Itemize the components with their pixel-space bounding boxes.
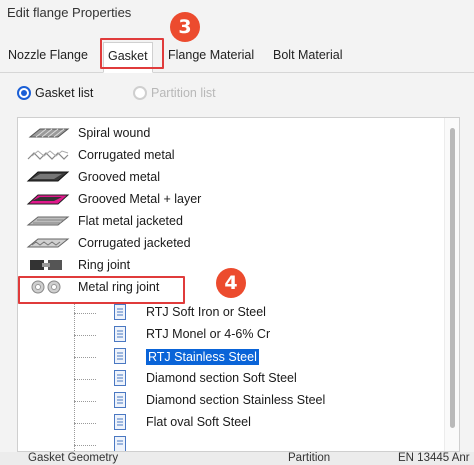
tree-child-diamond-soft-steel[interactable]: Diamond section Soft Steel (18, 368, 443, 390)
tree-item-label: Diamond section Soft Steel (146, 371, 297, 385)
tree-item-corrugated-metal[interactable]: Corrugated metal (18, 144, 443, 166)
tab-partition[interactable]: Partition (288, 452, 330, 464)
tree-item-label: Diamond section Stainless Steel (146, 393, 326, 407)
spiral-wound-icon (28, 128, 70, 138)
gasket-list-radio[interactable]: Gasket list (17, 86, 93, 100)
tree-item-corrugated-jacketed[interactable]: Corrugated jacketed (18, 232, 443, 254)
tree-connector (74, 379, 96, 380)
corrugated-metal-icon (27, 150, 69, 160)
tree-connector (74, 357, 96, 358)
tree-connector (74, 401, 96, 402)
tree-item-grooved-metal-layer[interactable]: Grooved Metal + layer (18, 188, 443, 210)
grooved-metal-icon (26, 171, 70, 182)
tree-item-label-selected: RTJ Stainless Steel (146, 349, 259, 365)
tree-item-label: Flat metal jacketed (78, 214, 183, 228)
document-icon (114, 370, 126, 386)
tree-item-label: Corrugated metal (78, 148, 175, 162)
tree-connector (74, 423, 96, 424)
tree-child-rtj-soft-iron[interactable]: RTJ Soft Iron or Steel (18, 302, 443, 324)
tree-item-label: RTJ Monel or 4-6% Cr (146, 327, 271, 341)
tree-child-partial[interactable] (18, 434, 443, 451)
tree-item-spiral-wound[interactable]: Spiral wound (18, 122, 443, 144)
document-icon (114, 436, 126, 451)
tree-item-flat-metal-jacketed[interactable]: Flat metal jacketed (18, 210, 443, 232)
document-icon (114, 392, 126, 408)
document-icon (114, 326, 126, 342)
tree-connector (74, 335, 96, 336)
gasket-tab-highlight (100, 38, 164, 69)
tree-child-diamond-stainless-steel[interactable]: Diamond section Stainless Steel (18, 390, 443, 412)
document-icon (114, 304, 126, 320)
tree-child-flat-oval-soft-steel[interactable]: Flat oval Soft Steel (18, 412, 443, 434)
list-type-radios: Gasket list Partition list (0, 86, 474, 106)
gasket-list-radio-dot (17, 86, 31, 100)
tree-item-label: Grooved Metal + layer (78, 192, 202, 206)
tree-item-label: Corrugated jacketed (78, 236, 191, 250)
tab-gasket-geometry[interactable]: Gasket Geometry (28, 452, 118, 464)
tree-scrollbar[interactable] (444, 118, 459, 451)
document-icon (114, 348, 126, 364)
tab-flange-material[interactable]: Flange Material (168, 48, 254, 62)
tree-item-grooved-metal[interactable]: Grooved metal (18, 166, 443, 188)
standard-label: EN 13445 Anr (398, 452, 470, 464)
step-3-badge: 3 (170, 12, 200, 42)
tree-item-label: Grooved metal (78, 170, 160, 184)
tree-child-rtj-stainless-steel[interactable]: RTJ Stainless Steel (18, 346, 443, 368)
tree-child-rtj-monel[interactable]: RTJ Monel or 4-6% Cr (18, 324, 443, 346)
tree-item-label: Flat oval Soft Steel (146, 415, 251, 429)
step-4-badge: 4 (216, 268, 246, 298)
gasket-list-label: Gasket list (35, 86, 94, 100)
grooved-metal-layer-icon (26, 194, 70, 205)
tree-item-label: RTJ Soft Iron or Steel (146, 305, 266, 319)
tree-item-label: Spiral wound (78, 126, 151, 140)
tab-bolt-material[interactable]: Bolt Material (273, 48, 342, 62)
bottom-tab-bar: Gasket Geometry Partition EN 13445 Anr (0, 452, 474, 465)
tree-connector (74, 445, 96, 446)
document-icon (114, 414, 126, 430)
scrollbar-thumb[interactable] (450, 128, 455, 428)
corrugated-jacketed-icon (26, 238, 70, 248)
partition-list-radio-dot (133, 86, 147, 100)
flat-metal-jacketed-icon (26, 216, 70, 226)
metal-ring-joint-highlight (18, 276, 185, 304)
tab-bar: Nozzle Flange Gasket Flange Material Bol… (0, 40, 474, 73)
tree-connector (74, 313, 96, 314)
tree-item-label: Ring joint (78, 258, 131, 272)
partition-list-label: Partition list (151, 86, 216, 100)
partition-list-radio[interactable]: Partition list (133, 86, 216, 100)
tab-nozzle-flange[interactable]: Nozzle Flange (8, 48, 88, 62)
window-title: Edit flange Properties (7, 5, 132, 20)
ring-joint-icon (30, 260, 62, 270)
